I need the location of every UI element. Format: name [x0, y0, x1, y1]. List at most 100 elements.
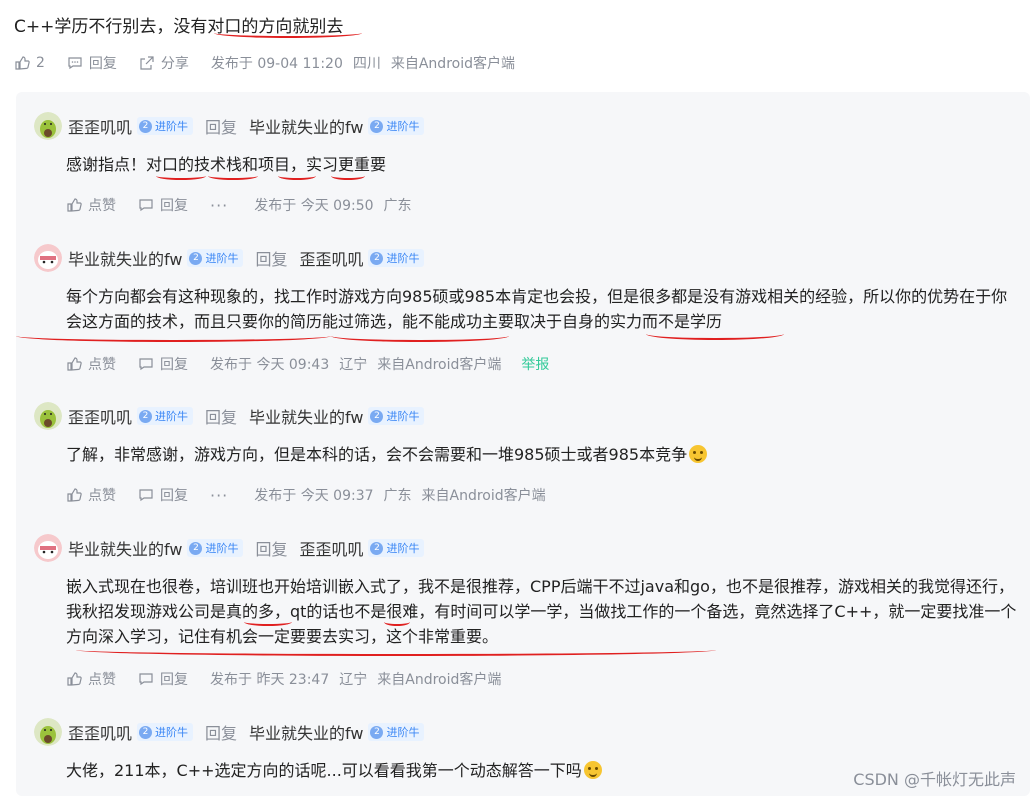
annotation-underline [214, 28, 362, 38]
reply-word: 回复 [205, 118, 238, 137]
location: 辽宁 [339, 357, 368, 373]
badge-label: 进阶牛 [386, 410, 420, 423]
author-name[interactable]: 毕业就失业的fw [68, 246, 182, 270]
badge-label: 进阶牛 [155, 120, 189, 133]
reply-header: 歪歪叽叽 2 进阶牛 回复 毕业就失业的fw 2 进阶牛 [34, 718, 425, 746]
location: 辽宁 [339, 672, 368, 688]
reply-text: 了解，非常感谢，游戏方向，但是本科的话，会不会需要和一堆985硕士或者985本竞… [66, 442, 1022, 467]
share-label: 分享 [160, 56, 189, 72]
like-button[interactable]: 点赞 [66, 669, 116, 689]
badge-label: 进阶牛 [155, 410, 189, 423]
avatar[interactable] [34, 244, 62, 272]
annotation-underline [76, 644, 716, 656]
reply-text-content: 了解，非常感谢，游戏方向，但是本科的话，会不会需要和一堆985硕士或者985本竞… [66, 445, 688, 464]
reply-label: 回复 [160, 357, 188, 373]
reply-button[interactable]: 回复 [138, 354, 188, 374]
level-badge: 2 进阶牛 [187, 249, 244, 267]
avatar[interactable] [34, 534, 62, 562]
avatar[interactable] [34, 112, 62, 140]
watermark: CSDN @千帐灯无此声 [853, 770, 1016, 789]
avatar[interactable] [34, 402, 62, 430]
published-time: 发布于 今天 09:43 [210, 357, 330, 373]
like-label: 点赞 [88, 198, 116, 214]
reply-meta: 点赞 回复 发布于 今天 09:43 辽宁 来自Android客户端 举报 [66, 354, 549, 374]
badge-label: 进阶牛 [386, 726, 420, 739]
like-label: 点赞 [88, 488, 116, 504]
target-name[interactable]: 毕业就失业的fw [249, 720, 363, 744]
annotation-underline [331, 330, 509, 342]
level-badge: 2 进阶牛 [187, 539, 244, 557]
report-link[interactable]: 举报 [521, 354, 549, 374]
target-name[interactable]: 毕业就失业的fw [249, 114, 363, 138]
source: 来自Android客户端 [390, 56, 515, 72]
like-button[interactable]: 点赞 [66, 354, 116, 374]
comment-icon [139, 358, 153, 371]
more-options-icon[interactable]: ··· [210, 486, 228, 505]
level-badge: 2 进阶牛 [137, 117, 194, 135]
location: 广东 [383, 488, 412, 504]
comment-icon [139, 489, 153, 502]
badge-label: 进阶牛 [155, 726, 189, 739]
like-button[interactable]: 点赞 [66, 485, 116, 505]
level-number: 2 [370, 409, 384, 423]
comment-icon [68, 57, 82, 70]
annotation-underline [208, 172, 258, 180]
thumb-up-icon [67, 488, 82, 502]
reply-header: 歪歪叽叽 2 进阶牛 回复 毕业就失业的fw 2 进阶牛 [34, 112, 425, 140]
avatar[interactable] [34, 718, 62, 746]
more-options-icon[interactable]: ··· [210, 196, 228, 215]
main-comment-meta: 2 回复 分享 发布于 09-04 11:20 四川 来自Android客户端 [14, 53, 525, 73]
target-name[interactable]: 歪歪叽叽 [299, 536, 363, 560]
level-badge: 2 进阶牛 [137, 723, 194, 741]
level-number: 2 [139, 119, 153, 133]
reply-button[interactable]: 回复 [138, 669, 188, 689]
level-badge: 2 进阶牛 [368, 723, 425, 741]
badge-label: 进阶牛 [205, 542, 239, 555]
annotation-underline [244, 618, 292, 626]
like-label: 点赞 [88, 672, 116, 688]
author-name[interactable]: 毕业就失业的fw [68, 536, 182, 560]
reply-text: 感谢指点！对口的技术栈和项目，实习更重要 [66, 155, 387, 174]
level-badge: 2 进阶牛 [137, 407, 194, 425]
published-time: 发布于 今天 09:37 [254, 488, 374, 504]
level-number: 2 [139, 409, 153, 423]
author-name[interactable]: 歪歪叽叽 [68, 720, 132, 744]
author-name[interactable]: 歪歪叽叽 [68, 114, 132, 138]
like-label: 点赞 [88, 357, 116, 373]
reply-label: 回复 [160, 488, 188, 504]
reply-text: 嵌入式现在也很卷，培训班也开始培训嵌入式了，我不是很推荐，CPP后端干不过jav… [66, 577, 1017, 646]
thumb-up-icon [15, 56, 30, 70]
like-count: 2 [36, 55, 45, 71]
badge-label: 进阶牛 [386, 542, 420, 555]
target-name[interactable]: 歪歪叽叽 [299, 246, 363, 270]
level-number: 2 [139, 725, 153, 739]
reply-button[interactable]: 回复 [138, 195, 188, 215]
share-button[interactable]: 分享 [139, 53, 189, 73]
reply-label: 回复 [160, 198, 188, 214]
badge-label: 进阶牛 [386, 120, 420, 133]
source: 来自Android客户端 [377, 672, 502, 688]
level-number: 2 [370, 725, 384, 739]
reply-button[interactable]: 回复 [67, 53, 117, 73]
annotation-underline [331, 172, 365, 180]
level-number: 2 [189, 541, 203, 555]
emoji-icon [583, 761, 602, 779]
level-number: 2 [370, 119, 384, 133]
level-number: 2 [370, 251, 384, 265]
reply-meta: 点赞 回复 ··· 发布于 今天 09:37 广东 来自Android客户端 [66, 485, 556, 505]
level-badge: 2 进阶牛 [368, 407, 425, 425]
annotation-underline [16, 330, 331, 342]
annotation-underline [646, 328, 784, 340]
level-badge: 2 进阶牛 [368, 249, 425, 267]
author-name[interactable]: 歪歪叽叽 [68, 404, 132, 428]
badge-label: 进阶牛 [386, 252, 420, 265]
thumb-up-icon [67, 357, 82, 371]
reply-word: 回复 [255, 250, 288, 269]
like-button[interactable]: 2 [14, 55, 45, 71]
comment-icon [139, 673, 153, 686]
like-button[interactable]: 点赞 [66, 195, 116, 215]
target-name[interactable]: 毕业就失业的fw [249, 404, 363, 428]
reply-button[interactable]: 回复 [138, 485, 188, 505]
reply-header: 歪歪叽叽 2 进阶牛 回复 毕业就失业的fw 2 进阶牛 [34, 402, 425, 430]
published-time: 发布于 昨天 23:47 [210, 672, 330, 688]
